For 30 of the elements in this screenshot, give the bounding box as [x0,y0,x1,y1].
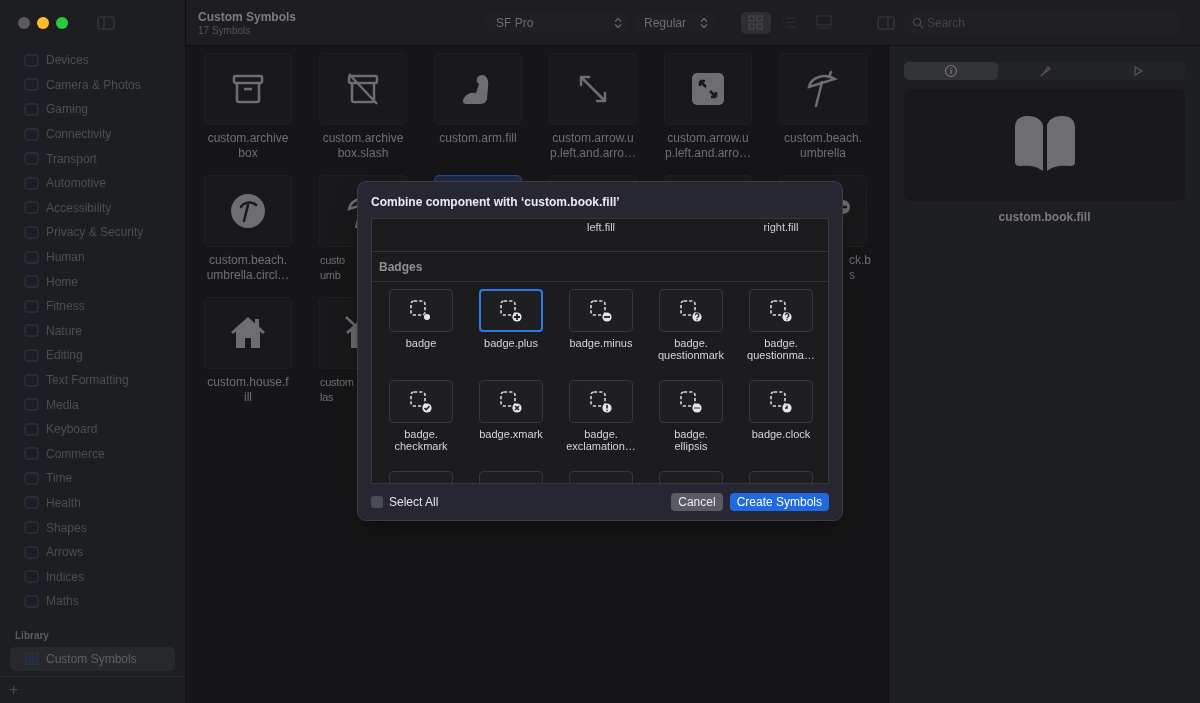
symbol-label: badge. ellipsis [674,428,708,452]
symbol-label: custom.arrow.u p.left.and.arro… [549,131,636,161]
symbol-label: custom.beach. umbrella [783,131,862,161]
symbol-label: left.fill [585,220,617,235]
section-header: Library [14,628,50,643]
symbol-label: badge. questionma… [747,337,815,361]
symbol-label: custom.archive box [207,131,289,161]
sidebar-item-label: Custom Symbols [46,651,137,666]
symbol-label: badge.plus [484,337,538,351]
checkbox-label: Select All [389,495,439,509]
symbol-label: badge [405,337,437,351]
section-header: Badges [379,259,423,274]
symbol-name: custom.book.fill [997,210,1092,224]
symbol-label: badge.clock [751,428,811,442]
symbol-label: custom.beach. umbrella.circl… [206,253,290,283]
window-title: Custom Symbols [198,9,297,24]
symbol-label: custom.arm.fill [439,131,517,146]
symbol-label: custom.arrow.u p.left.and.arro… [664,131,751,161]
symbol-label: badge.xmark [479,428,543,442]
symbol-label: custo umb [320,253,345,283]
symbol-label: custom.house.f ill [207,375,289,405]
symbol-label: badge. checkmark [394,428,448,452]
symbol-label: custom las [320,375,354,405]
symbol-label: custom.archive box.slash [322,131,404,161]
symbol-label: right.fill [762,220,800,235]
symbol-label: badge.minus [569,337,633,351]
symbol-label: ck.b s [849,253,871,283]
dialog-title: Combine component with ‘custom.book.fill’ [371,195,621,211]
symbol-label: badge. exclamation… [566,428,636,452]
symbol-label: badge. questionmark [658,337,725,361]
